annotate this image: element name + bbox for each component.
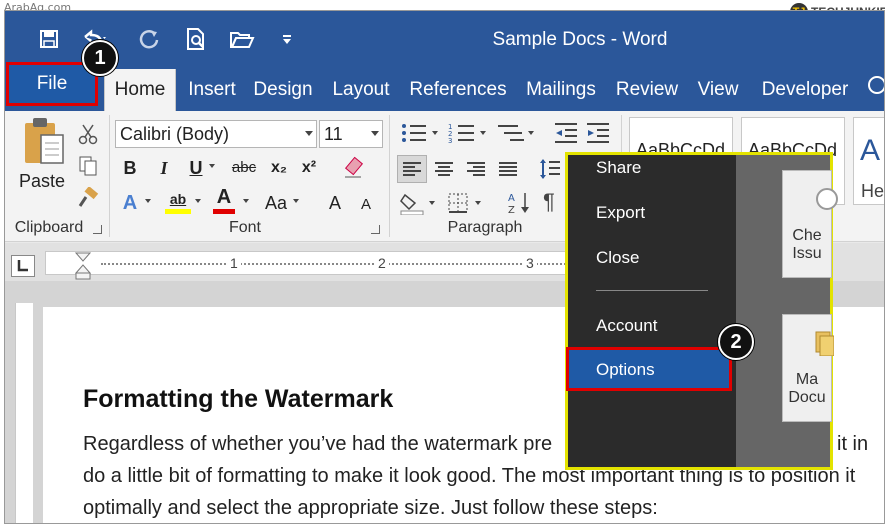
justify-icon[interactable] xyxy=(493,155,523,183)
svg-text:A: A xyxy=(508,193,515,204)
increase-indent-icon[interactable] xyxy=(583,119,613,147)
group-divider xyxy=(389,115,390,237)
underline-button[interactable]: U xyxy=(185,154,207,182)
decrease-indent-icon[interactable] xyxy=(551,119,581,147)
style-heading-label: He xyxy=(861,181,885,201)
save-icon[interactable] xyxy=(35,25,63,53)
multilevel-list-icon[interactable] xyxy=(493,119,539,147)
format-painter-icon[interactable] xyxy=(77,186,99,209)
font-color-button[interactable]: A xyxy=(211,183,237,211)
window-title: Sample Docs - Word xyxy=(492,29,668,50)
check-issues-line1: Che xyxy=(792,227,822,244)
borders-icon[interactable] xyxy=(445,189,489,217)
font-launcher-icon[interactable] xyxy=(371,225,380,234)
ruler-mark: 1 xyxy=(227,255,241,271)
underline-dropdown-icon[interactable] xyxy=(209,164,215,168)
check-issues-card[interactable]: Che Issu xyxy=(782,170,832,278)
bold-button[interactable]: B xyxy=(119,154,141,182)
menu-item-account[interactable]: Account xyxy=(596,316,657,336)
tab-references[interactable]: References xyxy=(408,69,508,111)
step-1-marker: 1 xyxy=(82,40,118,76)
strikethrough-button[interactable]: abc xyxy=(227,154,261,182)
paste-icon[interactable] xyxy=(21,115,67,171)
ruler-mark: 3 xyxy=(523,255,537,271)
subscript-button[interactable]: x₂ xyxy=(267,154,291,182)
font-color-swatch xyxy=(213,209,235,214)
numbering-icon[interactable]: 123 xyxy=(445,119,491,147)
manage-document-line1: Ma xyxy=(795,371,819,388)
indent-marker-icon[interactable] xyxy=(73,251,93,281)
show-formatting-marks-icon[interactable]: ¶ xyxy=(543,189,563,217)
menu-item-export[interactable]: Export xyxy=(596,203,645,223)
manage-document-icon xyxy=(814,330,835,357)
paragraph-group-label: Paragraph xyxy=(447,219,523,236)
grow-font-button[interactable]: A xyxy=(323,189,347,217)
cut-icon[interactable] xyxy=(77,123,99,145)
check-issues-line2: Issu xyxy=(792,245,822,262)
tab-mailings[interactable]: Mailings xyxy=(521,69,601,111)
tab-review[interactable]: Review xyxy=(613,69,681,111)
copy-icon[interactable] xyxy=(77,155,99,177)
font-color-dropdown-icon[interactable] xyxy=(243,199,249,203)
change-case-button[interactable]: Aa xyxy=(261,189,291,217)
group-divider xyxy=(109,115,110,237)
font-size-dropdown-icon[interactable] xyxy=(371,131,379,136)
menu-item-share[interactable]: Share xyxy=(596,158,641,178)
highlight-color-swatch xyxy=(165,209,191,214)
document-line-1-tail: it in xyxy=(837,433,869,455)
shading-icon[interactable] xyxy=(397,189,441,217)
check-issues-icon xyxy=(816,188,838,210)
line-spacing-icon[interactable] xyxy=(535,155,565,183)
title-bar: Sample Docs - Word xyxy=(5,11,884,69)
superscript-button[interactable]: x² xyxy=(297,154,321,182)
redo-icon[interactable] xyxy=(135,25,163,53)
tab-layout[interactable]: Layout xyxy=(330,69,392,111)
clipboard-launcher-icon[interactable] xyxy=(93,225,102,234)
text-effects-dropdown-icon[interactable] xyxy=(145,199,151,203)
font-group-label: Font xyxy=(228,219,261,236)
document-line-3: optimally and select the appropriate siz… xyxy=(83,497,658,519)
text-effects-button[interactable]: A xyxy=(117,189,143,217)
ruler-mark: 2 xyxy=(375,255,389,271)
bullets-icon[interactable] xyxy=(397,119,443,147)
tab-view[interactable]: View xyxy=(693,69,743,111)
vertical-ruler[interactable] xyxy=(15,303,33,523)
tell-me-icon[interactable] xyxy=(863,75,884,101)
clipboard-group-label: Clipboard xyxy=(14,219,84,236)
shrink-font-button[interactable]: A xyxy=(355,191,377,219)
print-preview-icon[interactable] xyxy=(181,25,211,53)
change-case-dropdown-icon[interactable] xyxy=(293,199,299,203)
customize-qat-icon[interactable] xyxy=(277,25,297,53)
align-right-icon[interactable] xyxy=(461,155,491,183)
tab-file[interactable]: File xyxy=(6,62,98,106)
open-folder-icon[interactable] xyxy=(227,25,257,53)
manage-document-line2: Docu xyxy=(788,389,826,406)
paste-button[interactable]: Paste xyxy=(17,171,67,192)
tab-home[interactable]: Home xyxy=(104,69,176,111)
document-line-1: Regardless of whether you’ve had the wat… xyxy=(83,433,553,455)
tab-selector-icon[interactable] xyxy=(11,255,35,277)
menu-divider xyxy=(596,290,708,291)
clear-formatting-icon[interactable] xyxy=(341,155,367,181)
sort-icon[interactable]: AZ xyxy=(505,189,533,217)
font-name-select[interactable]: Calibri (Body) xyxy=(115,120,317,148)
highlight-dropdown-icon[interactable] xyxy=(195,199,201,203)
italic-button[interactable]: I xyxy=(153,154,175,182)
menu-item-close[interactable]: Close xyxy=(596,248,639,268)
align-left-icon[interactable] xyxy=(397,155,427,183)
svg-text:Z: Z xyxy=(508,205,515,215)
menu-item-options[interactable]: Options xyxy=(596,360,655,380)
tab-insert[interactable]: Insert xyxy=(183,69,241,111)
step-2-marker: 2 xyxy=(718,324,754,360)
tab-developer[interactable]: Developer xyxy=(757,69,853,111)
tab-design[interactable]: Design xyxy=(250,69,316,111)
svg-text:3: 3 xyxy=(448,137,452,144)
align-center-icon[interactable] xyxy=(429,155,459,183)
font-name-dropdown-icon[interactable] xyxy=(305,131,313,136)
document-heading: Formatting the Watermark xyxy=(83,385,394,413)
